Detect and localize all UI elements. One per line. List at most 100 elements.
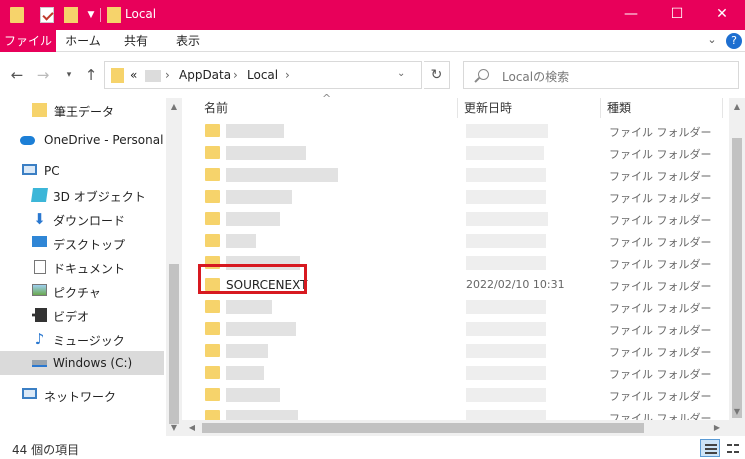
column-header-type[interactable]: 種類 [607, 98, 631, 118]
download-icon: ⬇ [33, 210, 46, 228]
column-header-name[interactable]: 名前 [204, 98, 228, 118]
sourcenext-highlight-box [198, 264, 307, 294]
column-divider[interactable] [457, 98, 458, 118]
breadcrumb-overflow[interactable]: « [130, 68, 137, 82]
file-date: 2022/02/10 10:31 [466, 278, 565, 291]
minimize-button[interactable]: — [608, 0, 654, 30]
file-name-redacted [226, 388, 280, 402]
nav-item-onedrive[interactable]: OneDrive - Personal [0, 128, 164, 152]
tab-home[interactable]: ホーム [60, 30, 106, 52]
table-row[interactable]: ファイル フォルダー [200, 164, 720, 186]
breadcrumb-separator[interactable]: › [233, 68, 238, 82]
close-button[interactable]: ✕ [699, 0, 745, 30]
scroll-left-icon[interactable]: ◀ [184, 420, 200, 436]
file-date-redacted [466, 366, 546, 380]
nav-scroll-thumb[interactable] [169, 264, 179, 424]
address-row: ← → ▾ ↑ « › AppData › Local › ⌄ ↻ Localの… [0, 52, 745, 98]
column-header-date[interactable]: 更新日時 [464, 98, 512, 118]
table-row[interactable]: ファイル フォルダー [200, 230, 720, 252]
refresh-button[interactable]: ↻ [424, 61, 450, 89]
table-row[interactable]: ファイル フォルダー [200, 362, 720, 384]
expand-ribbon-icon[interactable]: ⌄ [704, 32, 720, 48]
tab-view[interactable]: 表示 [164, 30, 212, 52]
horizontal-scroll-thumb[interactable] [202, 423, 644, 433]
file-type: ファイル フォルダー [609, 280, 712, 293]
folder-icon [205, 212, 220, 225]
file-date-redacted [466, 124, 548, 138]
breadcrumb-separator[interactable]: › [165, 68, 170, 82]
folder-icon [32, 103, 47, 117]
scroll-down-icon[interactable]: ▼ [729, 405, 745, 419]
nav-item-fudeou-data[interactable]: 筆王データ [0, 98, 164, 122]
table-row[interactable]: ファイル フォルダー [200, 186, 720, 208]
nav-item-3d-objects[interactable]: 3D オブジェクト [0, 183, 164, 207]
nav-item-pc[interactable]: PC [0, 159, 164, 183]
table-row[interactable]: ファイル フォルダー [200, 384, 720, 406]
nav-item-documents[interactable]: ドキュメント [0, 255, 164, 279]
nav-item-pictures[interactable]: ピクチャ [0, 279, 164, 303]
scroll-right-icon[interactable]: ▶ [709, 420, 725, 436]
column-divider[interactable] [722, 98, 723, 118]
breadcrumb-hidden-segment[interactable] [145, 70, 161, 82]
nav-scrollbar[interactable]: ▲ ▼ [166, 98, 182, 436]
back-button[interactable]: ← [8, 65, 26, 85]
help-button[interactable]: ? [726, 33, 742, 49]
file-date-redacted [466, 168, 546, 182]
tab-file[interactable]: ファイル [0, 30, 56, 52]
desktop-icon [32, 236, 47, 247]
table-row[interactable]: ファイル フォルダー [200, 142, 720, 164]
search-icon [478, 69, 489, 80]
file-date-redacted [466, 256, 546, 270]
nav-item-label: ドキュメント [53, 262, 126, 276]
breadcrumb-appdata[interactable]: AppData [179, 68, 231, 82]
column-divider[interactable] [600, 98, 601, 118]
file-list-horizontal-scrollbar[interactable]: ◀ ▶ [182, 420, 745, 436]
file-name-redacted [226, 300, 272, 314]
search-box[interactable]: Localの検索 [463, 61, 739, 89]
nav-item-network[interactable]: ネットワーク [0, 383, 164, 407]
scroll-up-icon[interactable]: ▲ [166, 100, 182, 114]
details-view-button[interactable] [700, 439, 720, 457]
new-folder-icon[interactable] [64, 7, 78, 23]
recent-locations-icon[interactable]: ▾ [60, 65, 78, 85]
scroll-down-icon[interactable]: ▼ [166, 421, 182, 435]
file-name-redacted [226, 168, 338, 182]
nav-item-label: ネットワーク [44, 390, 117, 404]
file-type: ファイル フォルダー [609, 258, 712, 271]
nav-item-label: PC [44, 164, 60, 178]
address-bar[interactable]: « › AppData › Local › ⌄ [104, 61, 422, 89]
nav-item-downloads[interactable]: ⬇ ダウンロード [0, 207, 164, 231]
nav-item-music[interactable]: ♪ ミュージック [0, 327, 164, 351]
breadcrumb-separator[interactable]: › [285, 68, 290, 82]
nav-item-desktop[interactable]: デスクトップ [0, 231, 164, 255]
maximize-button[interactable]: ☐ [654, 0, 700, 30]
nav-item-windows-c[interactable]: Windows (C:) [0, 351, 164, 375]
scroll-up-icon[interactable]: ▲ [729, 100, 745, 114]
breadcrumb-local[interactable]: Local [247, 68, 278, 82]
properties-icon[interactable] [40, 7, 54, 23]
large-icons-view-button[interactable] [722, 439, 742, 457]
tab-share[interactable]: 共有 [112, 30, 160, 52]
table-row[interactable]: ファイル フォルダー [200, 318, 720, 340]
music-icon: ♪ [34, 330, 45, 348]
window-title: Local [125, 7, 157, 21]
search-input[interactable]: Localの検索 [502, 68, 569, 85]
file-list-vertical-scrollbar[interactable]: ▲ ▼ [729, 98, 745, 436]
table-row[interactable]: ファイル フォルダー [200, 208, 720, 230]
file-date-redacted [466, 234, 546, 248]
drive-icon [32, 360, 47, 367]
table-row[interactable]: ファイル フォルダー [200, 340, 720, 362]
vertical-scroll-thumb[interactable] [732, 138, 742, 418]
address-dropdown-icon[interactable]: ⌄ [397, 68, 405, 79]
table-row[interactable]: ファイル フォルダー [200, 120, 720, 142]
table-row[interactable]: ファイル フォルダー [200, 296, 720, 318]
document-icon [34, 260, 46, 274]
forward-button[interactable]: → [34, 65, 52, 85]
file-type: ファイル フォルダー [609, 170, 712, 183]
file-type: ファイル フォルダー [609, 368, 712, 381]
nav-item-videos[interactable]: ビデオ [0, 303, 164, 327]
quick-access-dropdown-icon[interactable]: ▼ [86, 8, 96, 22]
up-button[interactable]: ↑ [82, 65, 100, 85]
folder-icon [205, 124, 220, 137]
file-date-redacted [466, 388, 546, 402]
